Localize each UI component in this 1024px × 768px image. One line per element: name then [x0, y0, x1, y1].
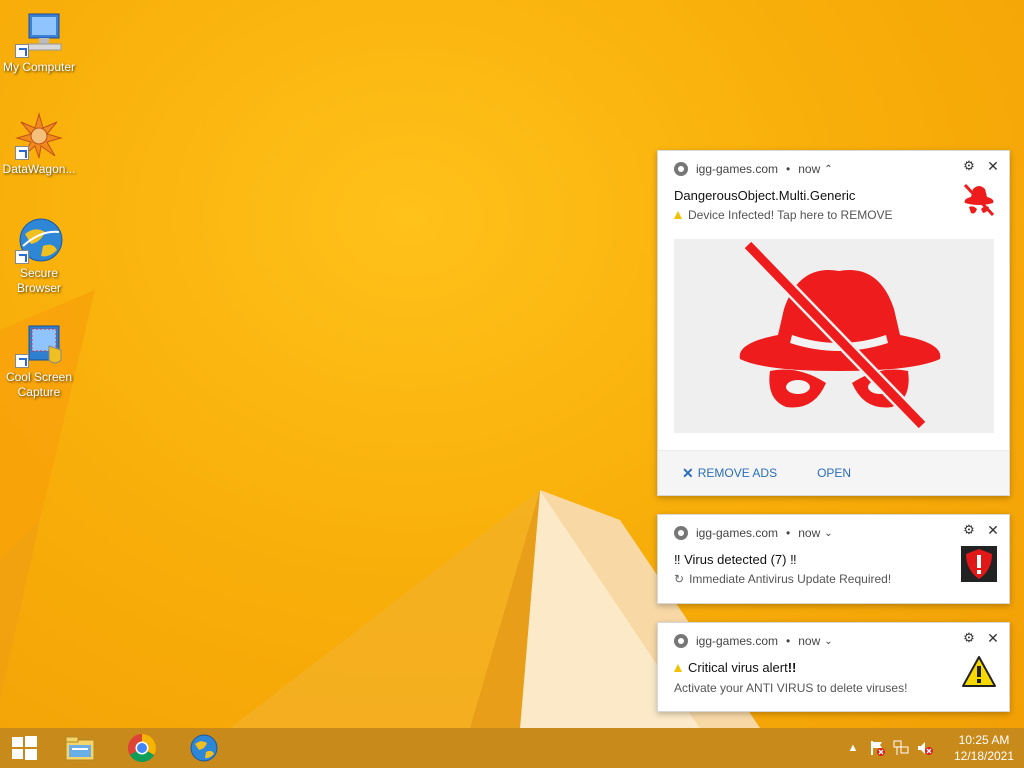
globe-icon — [15, 216, 63, 264]
datawagon-icon — [15, 112, 63, 160]
notification-dangerous-object[interactable]: igg-games.com • now ⌃ ⚙ ✕ DangerousObjec… — [657, 150, 1010, 496]
gear-icon[interactable]: ⚙ — [962, 158, 976, 174]
action-center-flag-icon[interactable] — [868, 739, 886, 757]
chrome-icon — [674, 526, 688, 540]
red-spy-crossed-icon — [961, 181, 997, 217]
desktop-icon-secure-browser[interactable]: Secure Browser — [0, 216, 78, 296]
network-icon[interactable] — [892, 739, 910, 757]
chrome-icon — [674, 162, 688, 176]
notification-site: igg-games.com — [696, 634, 779, 648]
notification-image — [674, 239, 994, 433]
notification-actions: ✕ REMOVE ADS OPEN — [658, 450, 1009, 495]
desktop-icon-label: DataWagon... — [2, 162, 76, 176]
chevron-down-icon[interactable]: ⌄ — [824, 528, 832, 539]
notification-message-row: Device Infected! Tap here to REMOVE — [674, 208, 893, 222]
notification-message-row: Activate your ANTI VIRUS to delete virus… — [674, 681, 907, 695]
volume-muted-icon[interactable] — [916, 739, 934, 757]
desktop-icon-label: My Computer — [2, 60, 76, 74]
notification-time: now — [798, 162, 821, 176]
notification-message: Device Infected! Tap here to REMOVE — [688, 208, 893, 222]
notification-title: ‼ Virus detected (7) ‼ — [674, 552, 797, 567]
warning-icon — [674, 663, 682, 672]
remove-ads-button[interactable]: ✕ REMOVE ADS — [682, 465, 777, 482]
separator-dot: • — [786, 162, 791, 176]
desktop-icon-cool-screen-capture[interactable]: Cool Screen Capture — [0, 320, 78, 400]
notification-header: igg-games.com • now ⌄ — [674, 633, 833, 649]
notification-header: igg-games.com • now ⌃ — [674, 161, 833, 177]
desktop-icon-label: Cool Screen Capture — [5, 370, 73, 399]
gear-icon[interactable]: ⚙ — [962, 630, 976, 646]
notification-title-row: Critical virus alert !! — [674, 660, 796, 675]
notification-virus-detected[interactable]: igg-games.com • now ⌄ ⚙ ✕ ‼ Virus detect… — [657, 514, 1010, 604]
red-spy-crossed-icon — [739, 240, 941, 430]
notification-site: igg-games.com — [696, 526, 779, 540]
chevron-up-icon[interactable]: ▲ — [844, 739, 862, 757]
notification-time: now — [798, 526, 821, 540]
close-icon[interactable]: ✕ — [986, 158, 1000, 175]
warning-triangle-icon — [961, 654, 997, 690]
notification-site: igg-games.com — [696, 162, 779, 176]
notification-message: Immediate Antivirus Update Required! — [689, 572, 892, 586]
notification-title: DangerousObject.Multi.Generic — [674, 188, 856, 203]
close-icon[interactable]: ✕ — [986, 630, 1000, 647]
notification-message: Activate your ANTI VIRUS to delete virus… — [674, 681, 908, 695]
chevron-down-icon[interactable]: ⌄ — [824, 636, 832, 647]
notification-time: now — [798, 634, 821, 648]
taskbar: ▲ 10:25 AM 12/18/2021 — [0, 728, 1024, 768]
red-shield-exclamation-icon — [961, 546, 997, 582]
globe-icon[interactable] — [184, 732, 224, 764]
open-label: OPEN — [817, 466, 852, 480]
gear-icon[interactable]: ⚙ — [962, 522, 976, 538]
remove-ads-label: REMOVE ADS — [697, 466, 778, 480]
separator-dot: • — [786, 526, 791, 540]
chevron-up-icon[interactable]: ⌃ — [824, 164, 832, 175]
start-icon[interactable] — [4, 732, 44, 764]
desktop-icon-datawagon[interactable]: DataWagon... — [0, 112, 78, 177]
file-explorer-icon[interactable] — [60, 732, 100, 764]
notification-title: Critical virus alert — [688, 660, 788, 675]
refresh-icon: ↻ — [674, 572, 685, 586]
warning-icon — [674, 211, 682, 219]
chrome-icon — [674, 634, 688, 648]
computer-icon — [15, 10, 63, 58]
chrome-icon[interactable] — [122, 732, 162, 764]
desktop-icon-my-computer[interactable]: My Computer — [0, 10, 78, 75]
notification-critical-virus-alert[interactable]: igg-games.com • now ⌄ ⚙ ✕ Critical virus… — [657, 622, 1010, 712]
notification-message-row: ↻ Immediate Antivirus Update Required! — [674, 572, 891, 586]
close-icon[interactable]: ✕ — [986, 522, 1000, 539]
taskbar-clock[interactable]: 10:25 AM 12/18/2021 — [944, 732, 1024, 764]
open-button[interactable]: OPEN — [817, 466, 851, 480]
clock-time: 10:25 AM — [958, 733, 1010, 747]
separator-dot: • — [786, 634, 791, 648]
system-tray: ▲ 10:25 AM 12/18/2021 — [844, 728, 1024, 768]
screen-capture-icon — [15, 320, 63, 368]
close-icon: ✕ — [682, 464, 694, 481]
desktop-icon-label: Secure Browser — [16, 266, 61, 295]
notification-title-exclaim: !! — [787, 660, 797, 675]
clock-date: 12/18/2021 — [953, 749, 1015, 763]
notification-header: igg-games.com • now ⌄ — [674, 525, 833, 541]
